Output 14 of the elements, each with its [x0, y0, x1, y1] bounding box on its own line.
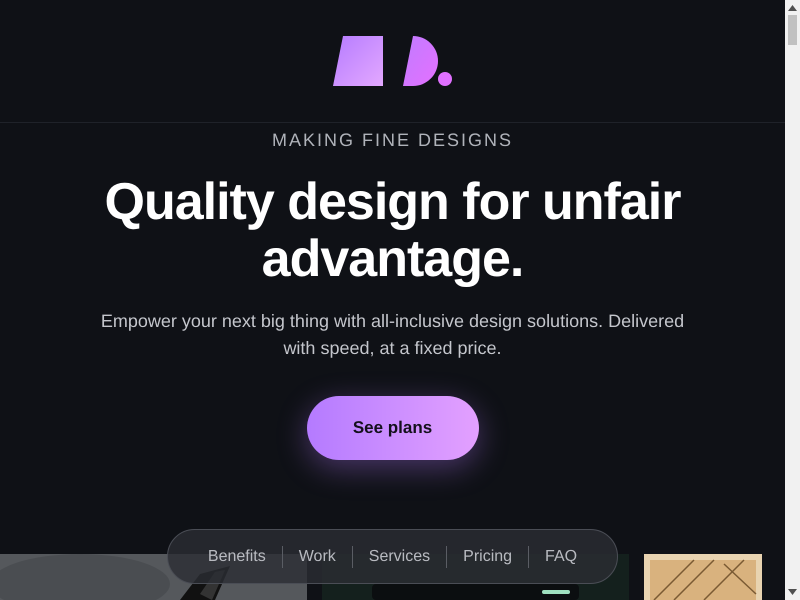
nav-link[interactable]: FAQ: [529, 544, 594, 568]
nav-link[interactable]: Benefits: [192, 544, 282, 568]
hero-heading: Quality design for unfair advantage.: [104, 174, 682, 288]
nav-link[interactable]: Work: [282, 544, 352, 568]
hero-subtitle: Empower your next big thing with all-inclusive design solutions. Delivered with speed, at a fixed price.: [100, 310, 686, 360]
see-plans-button[interactable]: See plans: [306, 396, 478, 460]
scroll-up-icon[interactable]: [788, 5, 797, 11]
scroll-down-icon[interactable]: [788, 589, 797, 595]
nav-link[interactable]: Services: [352, 544, 446, 568]
scroll-thumb[interactable]: [788, 15, 797, 45]
nav-link[interactable]: Pricing: [447, 544, 528, 568]
eyebrow-text: MAKING FINE DESIGNS: [270, 129, 514, 152]
logo[interactable]: [332, 36, 452, 86]
scrollbar[interactable]: [785, 0, 800, 600]
